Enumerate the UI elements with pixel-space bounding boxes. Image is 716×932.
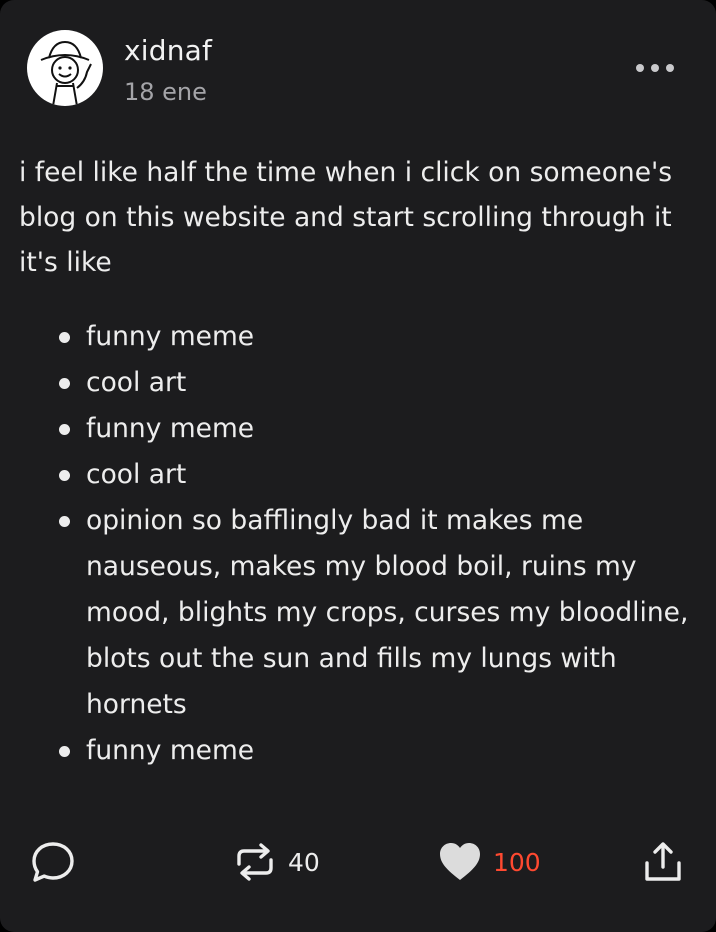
heart-icon — [440, 843, 480, 880]
reply-button[interactable] — [30, 830, 76, 894]
reblog-icon — [237, 843, 273, 881]
post-actions: 40 100 — [0, 830, 716, 894]
speech-bubble-icon — [32, 842, 74, 882]
reblog-button[interactable]: 40 — [232, 830, 320, 894]
reblog-count: 40 — [288, 847, 320, 877]
avatar[interactable] — [27, 30, 103, 106]
author-name[interactable]: xidnaf — [124, 34, 212, 67]
more-options-button[interactable] — [630, 52, 680, 84]
avatar-drawing-icon — [40, 40, 92, 106]
list-item: funny meme — [59, 728, 696, 774]
post-text: i feel like half the time when i click o… — [19, 157, 673, 278]
share-button[interactable] — [640, 830, 686, 894]
like-count: 100 — [493, 847, 541, 877]
share-icon — [645, 842, 681, 881]
list-item: opinion so bafflingly bad it makes me na… — [59, 498, 696, 728]
post-list: funny meme cool art funny meme cool art … — [59, 314, 696, 774]
list-item: funny meme — [59, 314, 696, 360]
post-body: i feel like half the time when i click o… — [19, 150, 699, 285]
list-item: funny meme — [59, 406, 696, 452]
ellipsis-icon — [636, 64, 674, 72]
post-card: xidnaf 18 ene i feel like half the time … — [0, 0, 716, 932]
post-date: 18 ene — [124, 78, 207, 106]
list-item: cool art — [59, 452, 696, 498]
like-button[interactable]: 100 — [437, 830, 541, 894]
list-item: cool art — [59, 360, 696, 406]
